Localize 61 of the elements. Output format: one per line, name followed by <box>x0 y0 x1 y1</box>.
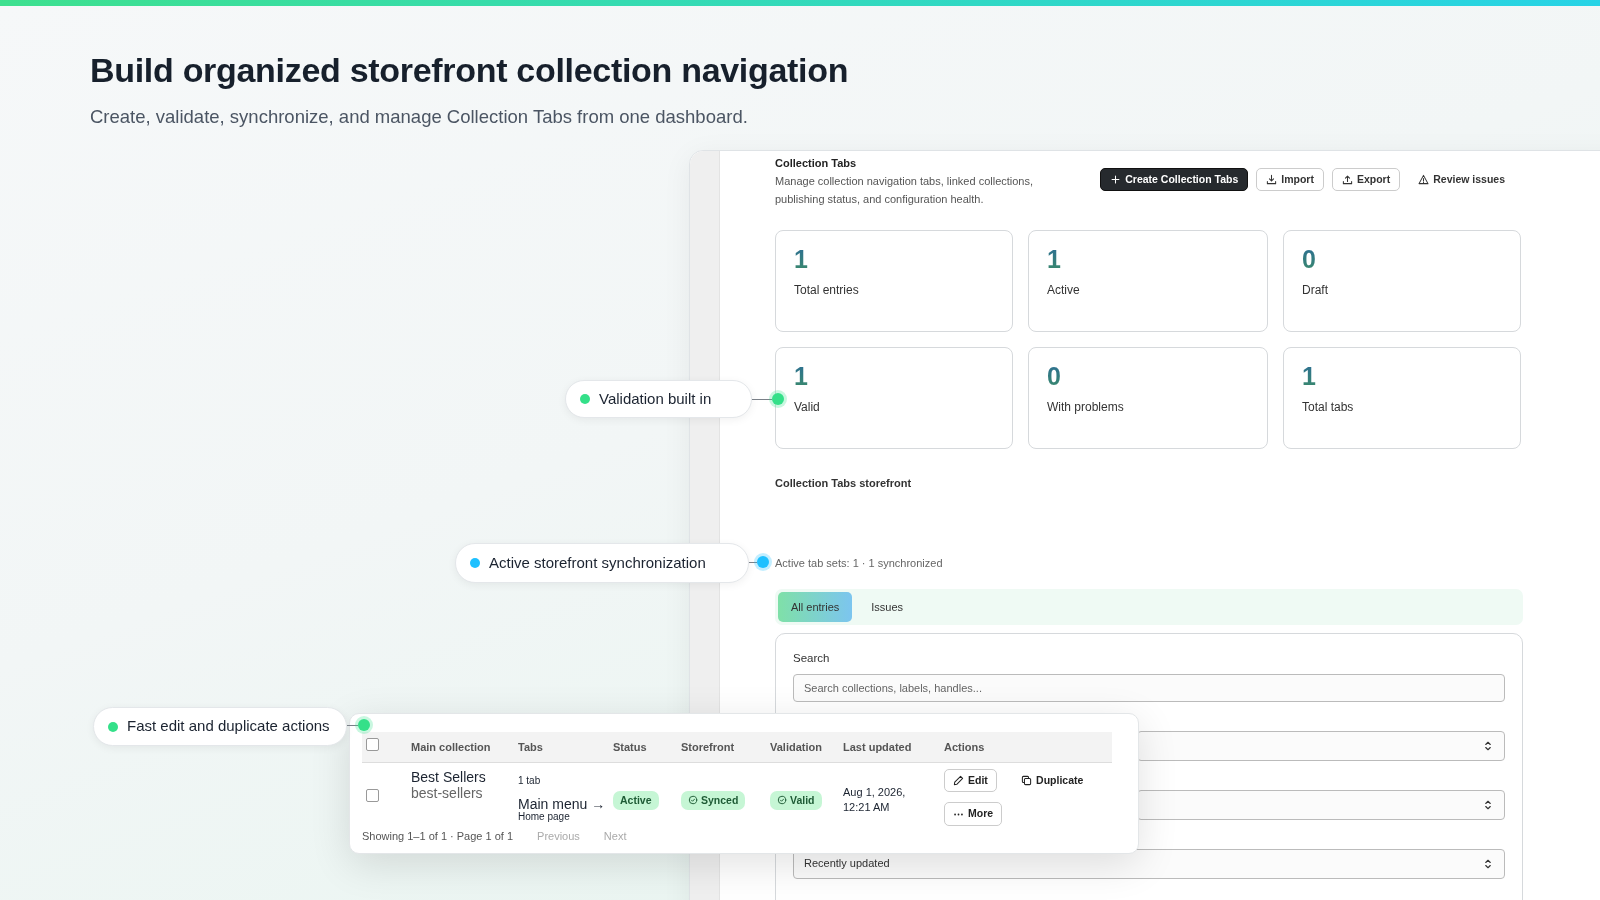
stat-label: Draft <box>1302 281 1329 299</box>
action-button[interactable]: Create Collection Tabs <box>1100 168 1249 191</box>
column-header: Tabs <box>514 732 609 762</box>
collection-name: Best Sellers <box>411 768 487 785</box>
upload-icon <box>1341 173 1353 185</box>
stat-label: Total tabs <box>1302 398 1355 416</box>
column-header: Storefront <box>677 732 766 762</box>
tab[interactable]: All entries <box>778 591 853 623</box>
page-title: Build organized storefront collection navigation <box>90 50 850 91</box>
field-label: Search <box>793 651 831 667</box>
stat-label: Total entries <box>794 281 860 299</box>
column-header: Validation <box>766 732 839 762</box>
menu-name: Main menu → <box>518 795 605 812</box>
select-field[interactable] <box>1137 789 1505 820</box>
collection-handle: best-sellers <box>411 784 484 801</box>
check-circle-icon <box>688 795 698 806</box>
copy-icon <box>1021 774 1033 786</box>
tab[interactable]: Issues <box>858 591 917 623</box>
column-header: Status <box>609 732 677 762</box>
menu-target: Home page <box>518 811 571 822</box>
sync-status: Active tab sets: 1 · 1 synchronized <box>775 556 944 572</box>
leader-line <box>749 562 757 563</box>
checkbox[interactable] <box>366 738 379 751</box>
stat-label: Active <box>1047 281 1081 299</box>
column-header: Actions <box>940 732 1112 762</box>
action-button[interactable]: Export <box>1331 168 1401 191</box>
tab-count: 1 tab <box>518 773 542 788</box>
section-title: Collection Tabs <box>775 156 858 171</box>
column-header: Last updated <box>839 732 940 762</box>
sync-badge: Synced <box>681 790 746 811</box>
callout-label: Active storefront synchronization <box>489 552 706 573</box>
status-badge: Active <box>613 790 659 811</box>
chevron-icon <box>1482 740 1494 753</box>
search-field[interactable]: Search collections, labels, handles... <box>793 673 1505 702</box>
warning-icon <box>1418 173 1430 185</box>
section-heading: Collection Tabs storefront <box>775 475 913 491</box>
validation-badge: Valid <box>770 790 822 811</box>
callout-label: Validation built in <box>599 388 712 409</box>
action-button[interactable]: More <box>944 802 1003 826</box>
section-description: Manage collection navigation tabs, linked collections, publishing status, and configuration health. <box>775 173 1035 207</box>
action-button[interactable]: Edit <box>944 768 997 793</box>
chevron-icon <box>1482 799 1494 812</box>
callout-label: Fast edit and duplicate actions <box>127 716 330 737</box>
page-subtitle: Create, validate, synchronize, and manage Collection Tabs from one dashboard. <box>90 104 749 129</box>
action-button[interactable]: Import <box>1256 168 1324 191</box>
sort-select[interactable]: Recently updated <box>793 848 1505 879</box>
stat-label: Valid <box>794 398 821 416</box>
column-header: Main collection <box>407 732 514 762</box>
download-icon <box>1266 173 1278 185</box>
action-button[interactable]: Review issues <box>1408 168 1515 191</box>
plus-icon <box>1110 173 1122 185</box>
updated-date: Aug 1, 2026, 12:21 AM <box>843 784 907 815</box>
select-field[interactable] <box>1137 730 1505 761</box>
stat-label: With problems <box>1047 398 1125 416</box>
chevron-icon <box>1482 858 1494 871</box>
leader-line <box>752 399 772 400</box>
leader-line <box>347 725 358 726</box>
pencil-icon <box>953 774 964 786</box>
checkbox[interactable] <box>366 788 379 802</box>
pagination-summary: Showing 1–1 of 1 · Page 1 of 1 <box>362 829 514 844</box>
check-circle-icon <box>777 795 787 806</box>
